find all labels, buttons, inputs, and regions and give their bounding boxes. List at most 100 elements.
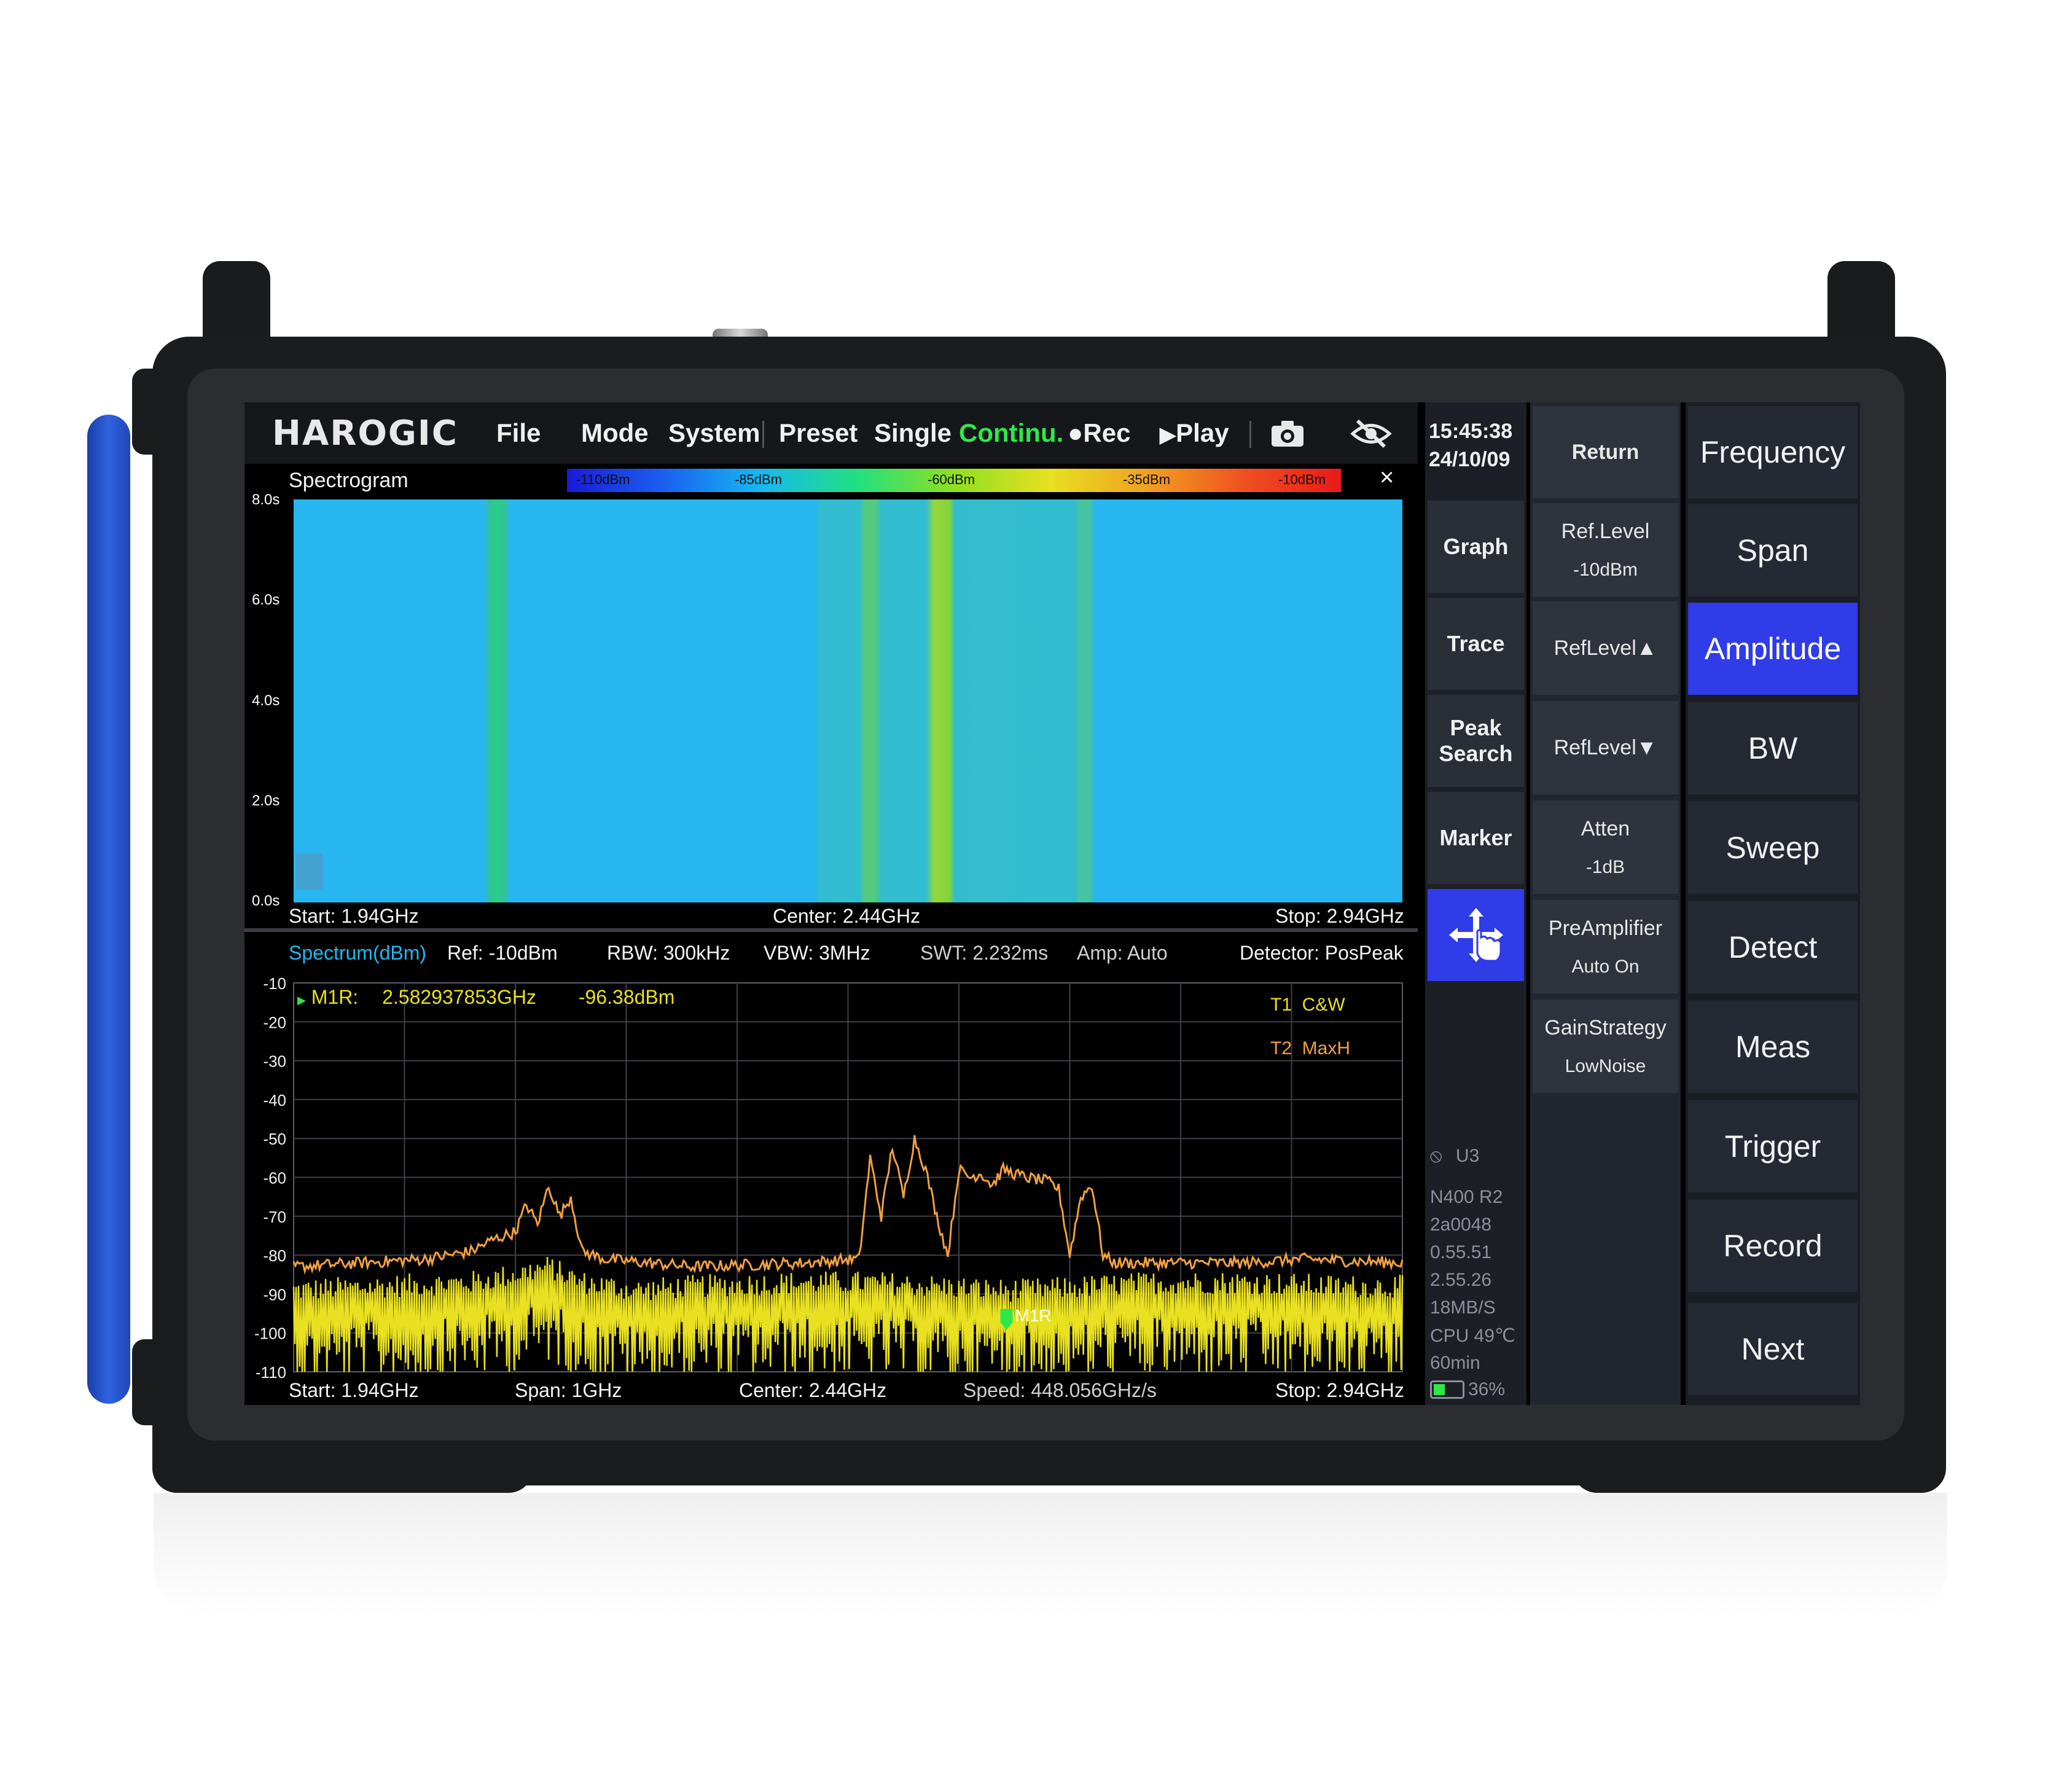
bw-button[interactable]: BW [1688,702,1858,794]
menu-system[interactable]: System [668,418,760,448]
spectrum-stop-freq: Stop: 2.94GHz [1275,1379,1404,1401]
spectrum-center-freq: Center: 2.44GHz [739,1379,887,1401]
play-icon: ▶ [1160,423,1176,447]
gain-strategy-button[interactable]: GainStrategy LowNoise [1533,1000,1678,1093]
spectrogram-close-icon[interactable]: × [1380,464,1394,491]
menu-preset[interactable]: Preset [779,418,858,448]
menu-rec[interactable]: ●Rec [1068,418,1130,448]
clock-time: 15:45:38 [1429,420,1513,443]
y-tick-label: -30 [263,1052,286,1071]
menu-play[interactable]: ▶Play [1160,418,1229,448]
eye-slash-icon[interactable] [1350,418,1392,449]
carry-handle[interactable] [87,415,130,1404]
status-line: 2.55.26 [1430,1270,1492,1290]
atten-button[interactable]: Atten -1dB [1533,800,1678,894]
detect-button[interactable]: Detect [1688,901,1858,993]
spectrogram-cursor-box[interactable] [296,854,323,890]
spectrum-detector: Detector: PosPeak [1240,942,1404,964]
trace1-legend[interactable]: T1 C&W [1270,995,1345,1015]
marker-tag: M1R [1015,1306,1052,1325]
spectrum-plot[interactable]: -10 -20 -30 -40 -50 -60 -70 -80 -90 -100 -110 M1R [244,968,1418,1405]
menu-single[interactable]: Single [874,418,952,448]
y-tick-label: -70 [263,1208,286,1226]
camera-icon[interactable] [1270,420,1305,448]
colorbar-label: -60dBm [928,472,975,487]
y-tick-label: -100 [254,1324,286,1343]
spectrum-rbw: RBW: 300kHz [607,942,730,964]
spectrum-amp: Amp: Auto [1077,942,1168,964]
y-tick-label: -60 [263,1169,286,1187]
usb-status: ⦸ U3 [1430,1146,1479,1167]
marker-frequency: 2.582937853GHz [382,986,536,1008]
ref-level-label: Ref.Level [1561,519,1650,543]
touch-move-button[interactable] [1428,889,1524,981]
return-label: Return [1571,440,1640,464]
marker-indicator-icon: ▶ [297,994,306,1006]
battery-icon [1430,1380,1464,1399]
colorbar-label: -10dBm [1278,472,1326,487]
next-button[interactable]: Next [1688,1303,1858,1395]
handle-clip-bottom [132,1339,187,1425]
sweep-speed: Speed: 448.056GHz/s [963,1379,1157,1401]
status-line: N400 R2 [1430,1187,1503,1207]
harogic-logo: HAROGIC [272,413,458,453]
amplitude-button[interactable]: Amplitude [1688,603,1858,695]
record-dot-icon: ● [1068,418,1084,447]
status-line: 0.55.51 [1430,1242,1492,1262]
menu-mode[interactable]: Mode [581,418,649,448]
analyzer-screen: HAROGIC File Mode System Preset Single C… [244,402,1860,1405]
spectrum-vbw: VBW: 3MHz [764,942,870,964]
menu-file[interactable]: File [496,418,541,448]
record-button[interactable]: Record [1688,1200,1858,1292]
spectrogram-y-tick: 4.0s [252,692,280,709]
right-mount-ear [1827,261,1895,347]
ref-level-up-button[interactable]: RefLevel▲ [1533,601,1678,695]
spectrogram-start-freq: Start: 1.94GHz [289,905,419,927]
frequency-button[interactable]: Frequency [1688,406,1858,498]
clock-date: 24/10/09 [1429,448,1511,471]
spectrogram-y-tick: 6.0s [252,592,280,608]
spectrogram-y-tick: 0.0s [252,893,280,909]
spectrogram-y-tick: 2.0s [252,792,280,809]
battery-percent: 36% [1468,1379,1506,1399]
usb-version: U3 [1455,1146,1480,1166]
preamplifier-button[interactable]: PreAmplifier Auto On [1533,900,1678,993]
device-reflection [154,1493,1947,1616]
status-line: CPU 49℃ [1430,1326,1515,1346]
marker-label: M1R: [311,986,359,1008]
ref-level-up-label: RefLevel▲ [1554,636,1657,660]
atten-value: -1dB [1585,856,1625,877]
colorbar-label: -35dBm [1123,472,1171,487]
ref-level-down-button[interactable]: RefLevel▼ [1533,701,1678,794]
status-line: 60min [1430,1353,1480,1373]
marker-readout: ▶ M1R: 2.582937853GHz -96.38dBm [297,986,674,1009]
sweep-button[interactable]: Sweep [1688,802,1858,894]
y-tick-label: -40 [263,1091,286,1109]
y-tick-label: -110 [256,1363,286,1382]
y-tick-label: -50 [263,1130,286,1148]
trace2-legend[interactable]: T2 MaxH [1270,1038,1350,1059]
atten-label: Atten [1581,816,1630,840]
handle-clip-top [132,369,187,455]
move-hand-icon [1448,908,1503,962]
spectrum-swt: SWT: 2.232ms [920,942,1049,964]
return-button[interactable]: Return [1533,406,1678,498]
marker-button[interactable]: Marker [1428,792,1524,884]
menu-continuous[interactable]: Continu. [959,418,1063,448]
spectrum-ref-level: Ref: -10dBm [447,942,558,964]
span-button[interactable]: Span [1688,504,1858,597]
graph-button[interactable]: Graph [1428,501,1524,593]
y-tick-label: -10 [263,974,286,993]
meas-button[interactable]: Meas [1688,1001,1858,1093]
trace-button[interactable]: Trace [1428,598,1524,690]
ref-level-button[interactable]: Ref.Level -10dBm [1533,503,1678,597]
spectrogram-center-freq: Center: 2.44GHz [773,905,921,927]
peak-search-button[interactable]: Peak Search [1428,695,1524,787]
preamplifier-label: PreAmplifier [1548,916,1663,940]
colorbar-label: -110dBm [576,472,630,487]
spectrogram-waterfall[interactable] [294,499,1402,902]
spectrum-title: Spectrum(dBm) [289,942,427,964]
spectrogram-title: Spectrogram [289,469,408,492]
preamplifier-value: Auto On [1571,956,1640,977]
trigger-button[interactable]: Trigger [1688,1100,1858,1192]
